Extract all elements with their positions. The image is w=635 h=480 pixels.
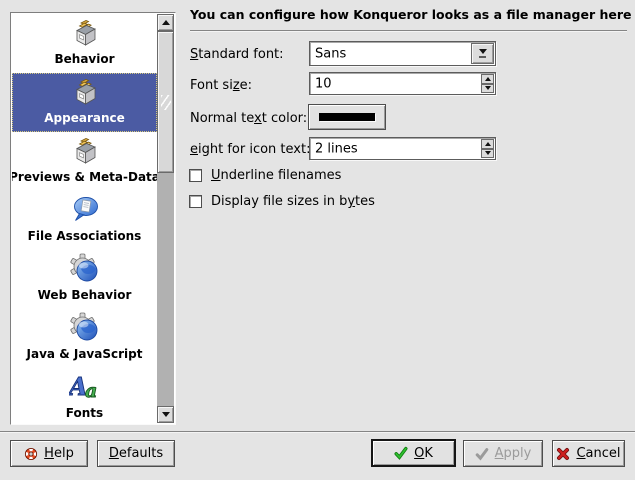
arrow-up-icon [485,77,491,81]
sidebar-item-java-javascript[interactable]: Java & JavaScript [12,309,157,368]
scrollbar-up-button[interactable] [157,14,174,31]
konqueror-gear-globe-icon [69,312,101,344]
defaults-button-label: Defaults [109,446,163,461]
sidebar-item-appearance[interactable]: Appearance [12,73,157,132]
sidebar-item-label: Behavior [54,52,114,66]
drawer-icon [69,76,101,108]
drawer-icon [69,17,101,49]
sidebar-item-previews-meta-data[interactable]: Previews & Meta-Data [12,132,157,191]
sidebar-item-web-behavior[interactable]: Web Behavior [12,250,157,309]
file-sizes-in-bytes-checkbox[interactable] [189,195,202,208]
apply-button[interactable]: Apply [463,440,543,467]
speech-bubble-document-icon [69,194,101,226]
sidebar-item-label: Appearance [44,111,125,125]
help-button[interactable]: Help [10,440,88,467]
help-button-label: Help [44,446,74,461]
cancel-button-label: Cancel [576,446,620,461]
sidebar-item-fonts[interactable]: A a Fonts [12,368,157,423]
arrow-up-icon [485,142,491,146]
spin-up-button[interactable] [481,74,494,84]
scrollbar-grip-icon [161,95,171,110]
module-list: Behavior Appearance [10,12,176,425]
red-x-icon [556,447,570,461]
font-size-value: 10 [315,76,332,91]
drawer-icon [69,135,101,167]
sidebar-item-label: File Associations [28,229,142,243]
konqueror-gear-globe-icon [69,253,101,285]
underline-filenames-label[interactable]: Underline filenames [211,168,341,183]
page-title: You can configure how Konqueror looks as… [190,7,630,22]
sidebar-item-label: Java & JavaScript [27,347,143,361]
konqueror-settings-dialog: Behavior Appearance [0,0,635,480]
underline-filenames-checkbox[interactable] [189,169,202,182]
sidebar-item-file-associations[interactable]: File Associations [12,191,157,250]
cancel-button[interactable]: Cancel [552,440,625,467]
standard-font-label: Standard font: [190,47,284,62]
icon-text-height-value: 2 lines [315,141,358,156]
sidebar-item-behavior[interactable]: Behavior [12,14,157,73]
sidebar-scrollbar[interactable] [157,14,174,423]
normal-text-color-label: Normal text color: [190,111,307,126]
underline-filenames-row: Underline filenames [189,168,341,183]
ok-button[interactable]: OK [371,439,456,467]
color-swatch [319,113,375,121]
green-check-icon [394,446,408,460]
arrow-down-icon [162,412,170,417]
life-ring-icon [24,447,38,461]
defaults-button[interactable]: Defaults [97,440,175,467]
gray-check-icon [475,447,489,461]
arrow-down-icon [485,86,491,90]
file-sizes-in-bytes-row: Display file sizes in bytes [189,194,375,209]
combobox-dropdown-button[interactable] [471,43,494,64]
sidebar-item-label: Previews & Meta-Data [12,170,157,184]
spin-up-button[interactable] [481,139,494,149]
scrollbar-down-button[interactable] [157,406,174,423]
file-sizes-in-bytes-label[interactable]: Display file sizes in bytes [211,194,375,209]
chevron-down-icon [479,49,487,54]
footer-separator [0,431,635,433]
spin-down-button[interactable] [481,149,494,159]
ok-button-label: OK [414,446,433,461]
title-separator [190,30,627,32]
combobox-dash-icon [479,56,486,58]
standard-font-combobox[interactable]: Sans [309,41,496,66]
apply-button-label: Apply [495,446,532,461]
module-list-items: Behavior Appearance [12,14,157,423]
scrollbar-thumb[interactable] [157,31,174,173]
icon-text-height-spinbox[interactable]: 2 lines [309,137,496,160]
fonts-aa-icon: A a [69,371,101,403]
arrow-up-icon [162,20,170,25]
sidebar-item-label: Fonts [66,406,103,420]
standard-font-value: Sans [315,46,346,61]
sidebar-item-label: Web Behavior [38,288,132,302]
font-size-label: Font size: [190,78,252,93]
svg-text:a: a [85,380,97,402]
normal-text-color-button[interactable] [308,104,386,130]
arrow-down-icon [485,151,491,155]
icon-text-height-label: eight for icon text: [190,142,310,157]
font-size-spinbox[interactable]: 10 [309,72,496,95]
spin-down-button[interactable] [481,84,494,94]
